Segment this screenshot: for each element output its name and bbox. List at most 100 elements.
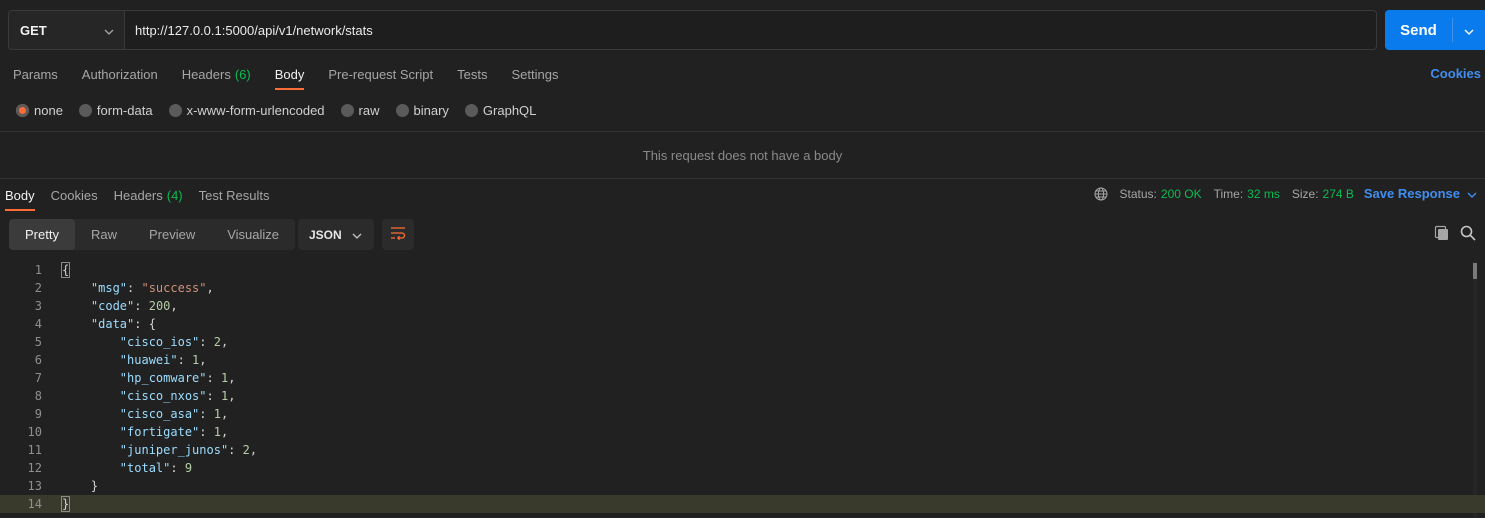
code-text: "juniper_junos": 2, xyxy=(62,443,257,457)
url-input[interactable]: http://127.0.0.1:5000/api/v1/network/sta… xyxy=(125,11,1376,49)
radio-binary[interactable]: binary xyxy=(395,102,449,118)
tab-params[interactable]: Params xyxy=(1,60,70,88)
tab-label: Settings xyxy=(511,66,559,82)
radio-button[interactable] xyxy=(78,103,92,117)
chevron-down-icon xyxy=(104,23,114,38)
view-preview[interactable]: Preview xyxy=(133,219,211,250)
code-line: 10 "fortigate": 1, xyxy=(0,423,1485,441)
send-button-group: Send xyxy=(1385,10,1485,50)
tab-label: Body xyxy=(5,187,35,203)
code-token: , xyxy=(206,281,214,295)
radio-button[interactable] xyxy=(395,103,409,117)
view-mode-switch: Pretty Raw Preview Visualize xyxy=(9,219,296,250)
code-line: 13 } xyxy=(0,477,1485,495)
save-response-label: Save Response xyxy=(1363,186,1460,201)
tab-label: Body xyxy=(274,66,305,82)
view-visualize[interactable]: Visualize xyxy=(211,219,295,250)
radio-raw[interactable]: raw xyxy=(340,103,380,118)
line-number: 7 xyxy=(34,371,42,385)
code-text: } xyxy=(62,479,98,493)
search-icon[interactable] xyxy=(1460,225,1476,244)
tab-test-results[interactable]: Test Results xyxy=(191,181,278,209)
tab-headers[interactable]: Headers (6) xyxy=(170,60,263,88)
code-token: "fortigate" xyxy=(119,425,200,439)
code-line: 4 "data": { xyxy=(0,315,1485,333)
code-text: "cisco_nxos": 1, xyxy=(62,389,236,403)
copy-icon[interactable] xyxy=(1434,225,1450,244)
chevron-down-icon xyxy=(352,228,362,242)
cookies-link[interactable]: Cookies xyxy=(1430,66,1481,81)
send-options-button[interactable] xyxy=(1453,10,1485,50)
code-token: } xyxy=(62,479,99,493)
tab-cookies[interactable]: Cookies xyxy=(43,181,106,209)
code-text: } xyxy=(60,496,71,512)
line-number: 10 xyxy=(27,425,42,439)
tab-settings[interactable]: Settings xyxy=(499,60,570,88)
tab-label: Pre-request Script xyxy=(328,66,434,82)
code-token: 1 xyxy=(213,425,221,439)
line-number: 14 xyxy=(27,497,42,511)
radio-x-www-form-urlencoded[interactable]: x-www-form-urlencoded xyxy=(168,103,325,118)
radio-label: binary xyxy=(413,102,449,118)
tab-label: Headers xyxy=(113,187,163,203)
save-response-button[interactable]: Save Response xyxy=(1364,186,1477,201)
code-token: 9 xyxy=(184,461,193,475)
tab-headers[interactable]: Headers (4) xyxy=(106,181,191,209)
tab-count: (6) xyxy=(234,66,251,82)
line-number: 11 xyxy=(27,443,42,457)
line-number: 5 xyxy=(34,335,42,349)
code-token: } xyxy=(60,496,71,512)
tab-label: Authorization xyxy=(81,66,158,82)
radio-button[interactable] xyxy=(168,103,182,117)
radio-button[interactable] xyxy=(340,103,354,117)
line-number: 1 xyxy=(34,263,42,277)
chevron-down-icon xyxy=(1460,186,1477,201)
tab-body[interactable]: Body xyxy=(263,60,317,90)
code-token: { xyxy=(60,262,71,278)
wrap-lines-button[interactable] xyxy=(382,219,414,250)
code-text: "cisco_ios": 2, xyxy=(62,335,228,349)
radio-none[interactable]: none xyxy=(16,103,63,118)
view-pretty[interactable]: Pretty xyxy=(9,219,75,250)
code-token: "hp_comware" xyxy=(119,371,207,385)
tab-pre-request-script[interactable]: Pre-request Script xyxy=(316,60,445,88)
code-token: "total" xyxy=(119,461,171,475)
format-select[interactable]: JSON xyxy=(298,219,374,250)
radio-form-data[interactable]: form-data xyxy=(78,103,153,118)
status-value[interactable]: 200 OK xyxy=(1161,187,1202,201)
view-raw[interactable]: Raw xyxy=(75,219,133,250)
code-token: : xyxy=(127,281,142,295)
line-number: 8 xyxy=(34,389,42,403)
code-line: 6 "huawei": 1, xyxy=(0,351,1485,369)
code-token: : xyxy=(228,443,243,457)
radio-label: none xyxy=(34,102,63,118)
code-token: 2 xyxy=(213,335,221,349)
send-button[interactable]: Send xyxy=(1385,10,1452,50)
status-label: Status: xyxy=(1119,186,1157,201)
tab-body[interactable]: Body xyxy=(0,181,43,211)
method-select[interactable]: GET xyxy=(9,11,125,49)
code-token: : xyxy=(199,407,214,421)
code-token: , xyxy=(199,353,207,367)
globe-icon[interactable] xyxy=(1094,187,1108,201)
radio-button[interactable] xyxy=(16,103,29,117)
code-token: 1 xyxy=(213,407,221,421)
code-token: "success" xyxy=(141,281,207,295)
code-token: : xyxy=(206,371,221,385)
code-token: : xyxy=(177,353,193,367)
radio-button[interactable] xyxy=(464,103,478,117)
tab-authorization[interactable]: Authorization xyxy=(70,60,170,88)
radio-graphql[interactable]: GraphQL xyxy=(464,103,536,118)
tab-tests[interactable]: Tests xyxy=(445,60,499,88)
code-token: "huawei" xyxy=(119,353,178,367)
code-token: "cisco_asa" xyxy=(119,407,200,421)
time-value[interactable]: 32 ms xyxy=(1247,187,1280,201)
code-line: 7 "hp_comware": 1, xyxy=(0,369,1485,387)
size-value[interactable]: 274 B xyxy=(1323,187,1354,201)
code-line: 1{ xyxy=(0,261,1485,279)
response-body-editor[interactable]: 1{2 "msg": "success", 3 "code": 200, 4 "da… xyxy=(0,261,1485,518)
code-token: : xyxy=(170,461,185,475)
